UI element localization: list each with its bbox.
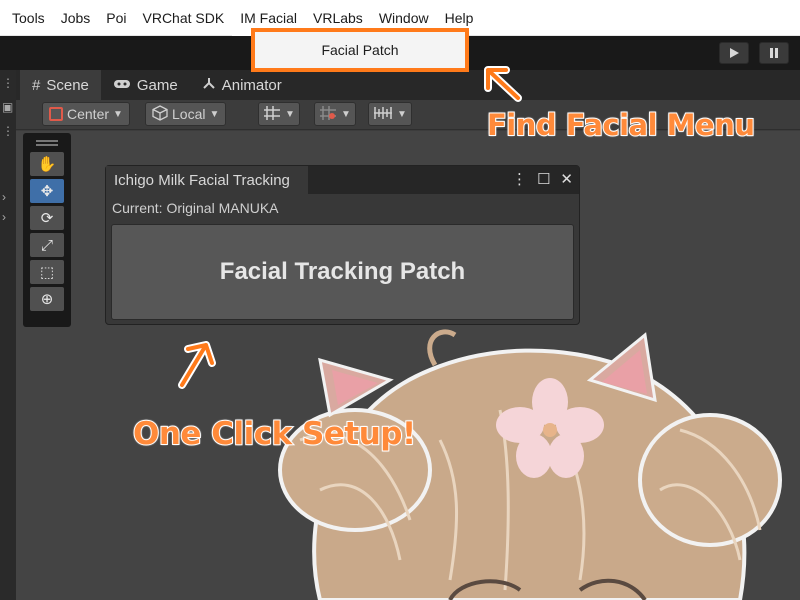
chevron-down-icon: ▼ <box>397 108 407 120</box>
window-title[interactable]: Ichigo Milk Facial Tracking <box>106 166 308 194</box>
rotate-tool[interactable]: ⟳ <box>30 206 64 230</box>
one-click-annotation: One Click Setup! <box>132 415 417 453</box>
tab-scene-label: Scene <box>46 76 89 94</box>
maximize-icon[interactable]: ☐ <box>537 170 550 188</box>
facial-patch-menu-item[interactable]: Facial Patch <box>255 42 465 58</box>
more-icon: ⋮ <box>2 124 14 138</box>
editor-tab-bar: # Scene Game Animator <box>0 70 800 100</box>
gamepad-icon <box>113 77 131 94</box>
tab-animator[interactable]: Animator <box>190 70 294 100</box>
arrow-icon <box>484 66 522 102</box>
window-tab-bar: Ichigo Milk Facial Tracking ⋮ ☐ ✕ <box>106 166 579 194</box>
tab-game-label: Game <box>136 76 178 94</box>
chevron-down-icon: ▼ <box>209 108 220 120</box>
align-button[interactable]: ▼ <box>368 102 412 126</box>
pivot-dropdown[interactable]: Center ▼ <box>42 102 130 126</box>
menu-vrchat-sdk[interactable]: VRChat SDK <box>135 0 233 36</box>
more-options-icon[interactable]: ⋮ <box>512 170 527 188</box>
cube-icon <box>152 104 168 124</box>
chevron-down-icon: ▼ <box>113 108 123 120</box>
facial-tracking-window: Ichigo Milk Facial Tracking ⋮ ☐ ✕ Curren… <box>105 165 580 325</box>
hand-icon: ✋ <box>37 156 57 173</box>
find-menu-annotation: Find Facial Menu <box>486 107 756 143</box>
tool-palette: ✋ ✥ ⟳ ⤢ ⬚ ⊕ <box>23 133 71 327</box>
move-icon: ✥ <box>40 183 54 200</box>
move-tool[interactable]: ✥ <box>30 179 64 203</box>
current-avatar-label: Current: Original MANUKA <box>112 200 279 216</box>
grid-snap-icon <box>263 105 281 124</box>
grid-icon: # <box>32 76 41 94</box>
increment-snap-button[interactable]: ▼ <box>314 102 356 126</box>
facial-dropdown-menu: Facial Patch <box>251 28 469 72</box>
drag-handle-icon[interactable] <box>27 137 67 149</box>
play-button[interactable] <box>719 42 749 64</box>
chevron-right-icon[interactable]: › <box>2 190 6 204</box>
tab-animator-label: Animator <box>221 76 282 94</box>
rect-tool[interactable]: ⬚ <box>30 260 64 284</box>
left-panel-edge: ⋮ ▣ ⋮ › › <box>0 70 16 600</box>
chevron-down-icon: ▼ <box>341 108 351 120</box>
align-icon <box>373 105 393 124</box>
hand-tool[interactable]: ✋ <box>30 152 64 176</box>
pause-icon <box>770 48 778 58</box>
chevron-right-icon[interactable]: › <box>2 210 6 224</box>
transform-tool[interactable]: ⊕ <box>30 287 64 311</box>
menu-tools[interactable]: Tools <box>4 0 53 36</box>
link-icon: ▣ <box>2 100 14 114</box>
more-icon: ⋮ <box>2 76 14 90</box>
avatar-character-image <box>278 329 782 600</box>
rect-icon: ⬚ <box>39 264 55 281</box>
close-icon[interactable]: ✕ <box>560 170 573 188</box>
facial-tracking-patch-button[interactable]: Facial Tracking Patch <box>111 224 574 320</box>
scale-icon: ⤢ <box>40 236 53 254</box>
menu-jobs[interactable]: Jobs <box>53 0 99 36</box>
grid-snap-button[interactable]: ▼ <box>258 102 300 126</box>
arrow-icon <box>178 341 216 389</box>
window-controls: ⋮ ☐ ✕ <box>512 170 573 188</box>
animator-icon <box>202 76 216 94</box>
space-dropdown[interactable]: Local ▼ <box>145 102 227 126</box>
tab-game[interactable]: Game <box>101 70 190 100</box>
transform-icon: ⊕ <box>40 291 54 308</box>
tab-scene[interactable]: # Scene <box>20 70 101 100</box>
menu-poi[interactable]: Poi <box>98 0 134 36</box>
pivot-label: Center <box>67 106 110 122</box>
increment-snap-icon <box>319 105 337 124</box>
space-label: Local <box>172 106 206 122</box>
pivot-icon <box>49 107 63 121</box>
pause-button[interactable] <box>759 42 789 64</box>
rotate-icon: ⟳ <box>40 210 54 227</box>
chevron-down-icon: ▼ <box>285 108 295 120</box>
play-icon <box>730 48 739 58</box>
scale-tool[interactable]: ⤢ <box>30 233 64 257</box>
